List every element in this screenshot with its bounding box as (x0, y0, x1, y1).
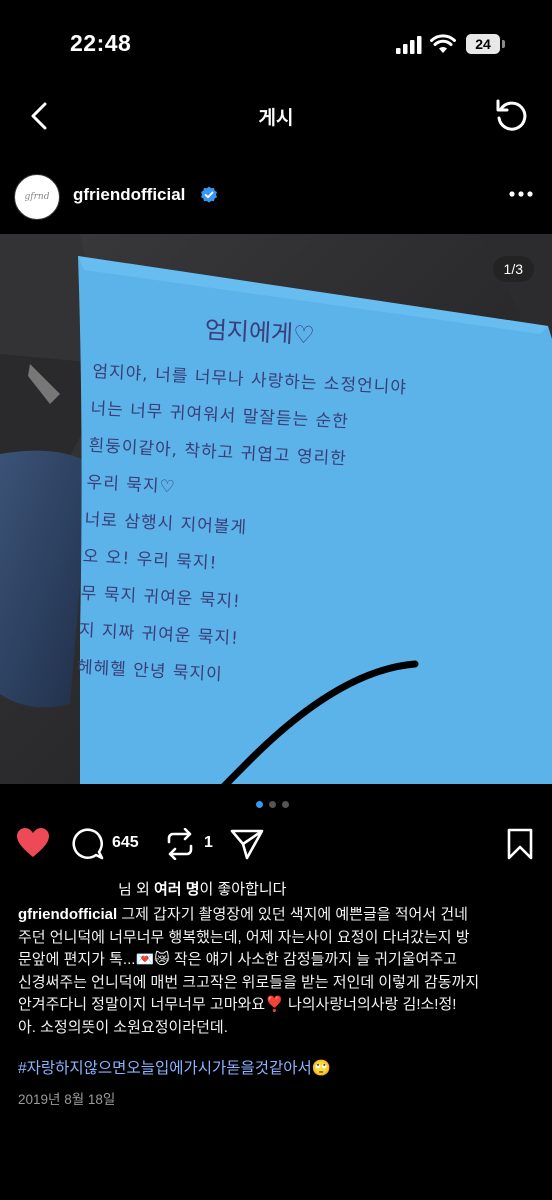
page-title: 게시 (258, 108, 294, 129)
battery-level: 24 (466, 34, 500, 54)
carousel-dot-active (256, 801, 263, 808)
redaction-scribble (4, 873, 136, 890)
caption-text: 신경써주는 언니덕에 매번 크고작은 위로들을 받는 저인데 이렇게 감동까지 (18, 973, 480, 991)
image-counter: 1/3 (492, 256, 534, 282)
top-nav: 게시 (0, 90, 552, 142)
carousel-dot (269, 801, 276, 808)
post-caption: gfriendofficial 그제 갑자기 촬영장에 있던 색지에 예쁜글을 … (18, 904, 538, 1039)
comment-count: 645 (112, 834, 139, 851)
battery-icon: 24 (466, 34, 506, 54)
cellular-signal-icon (396, 36, 422, 54)
caption-text: 안겨주다니 정말이지 너무너무 고마와요❣️ 나의사랑너의사랑 김!소!정! (18, 996, 457, 1013)
post-actions: 645 1 (0, 822, 552, 866)
repost-icon[interactable] (164, 828, 196, 860)
avatar-logo: gfrnd (24, 192, 50, 202)
comment-icon[interactable] (72, 828, 104, 860)
share-send-icon[interactable] (230, 828, 264, 860)
carousel-dot (282, 801, 289, 808)
more-options-icon[interactable] (508, 190, 534, 198)
heart-filled-icon[interactable] (16, 827, 50, 859)
caption-text: 문앞에 편지가 톡...💌😿 작은 얘기 사소한 감정들까지 늘 귀기울여주고 (18, 951, 457, 968)
caption-text: 그제 갑자기 촬영장에 있던 색지에 예쁜글을 적어서 건네 (117, 906, 468, 923)
caption-text: 아. 소정의뜻이 소원요정이라던데. (18, 1018, 228, 1036)
repost-count: 1 (204, 834, 213, 851)
bookmark-icon[interactable] (506, 828, 534, 860)
wifi-icon (430, 34, 456, 53)
avatar[interactable]: gfrnd (14, 174, 60, 220)
caption-text: 주던 언니덕에 너무너무 행복했는데, 어제 자는사이 요정이 다녀갔는지 방 (18, 928, 470, 946)
refresh-icon[interactable] (492, 96, 532, 136)
likes-suffix: 이 좋아합니다 (199, 881, 287, 898)
carousel-dots (256, 801, 296, 809)
status-bar: 22:48 24 (0, 0, 552, 90)
caption-username[interactable]: gfriendofficial (18, 906, 117, 923)
status-time: 22:48 (70, 30, 132, 56)
post-username[interactable]: gfriendofficial (73, 185, 185, 205)
post-date: 2019년 8월 18일 (18, 1092, 116, 1107)
post-header: gfrnd gfriendofficial (0, 168, 552, 228)
verified-badge-icon (201, 186, 217, 203)
hashtag-link[interactable]: #자랑하지않으면오늘입에가시가돋을것같아서🙄 (18, 1056, 331, 1078)
letter-text: 엄지에게♡ 엄지야, 너를 너무나 사랑하는 소정언니야 너는 너무 귀여워서 … (76, 304, 535, 701)
